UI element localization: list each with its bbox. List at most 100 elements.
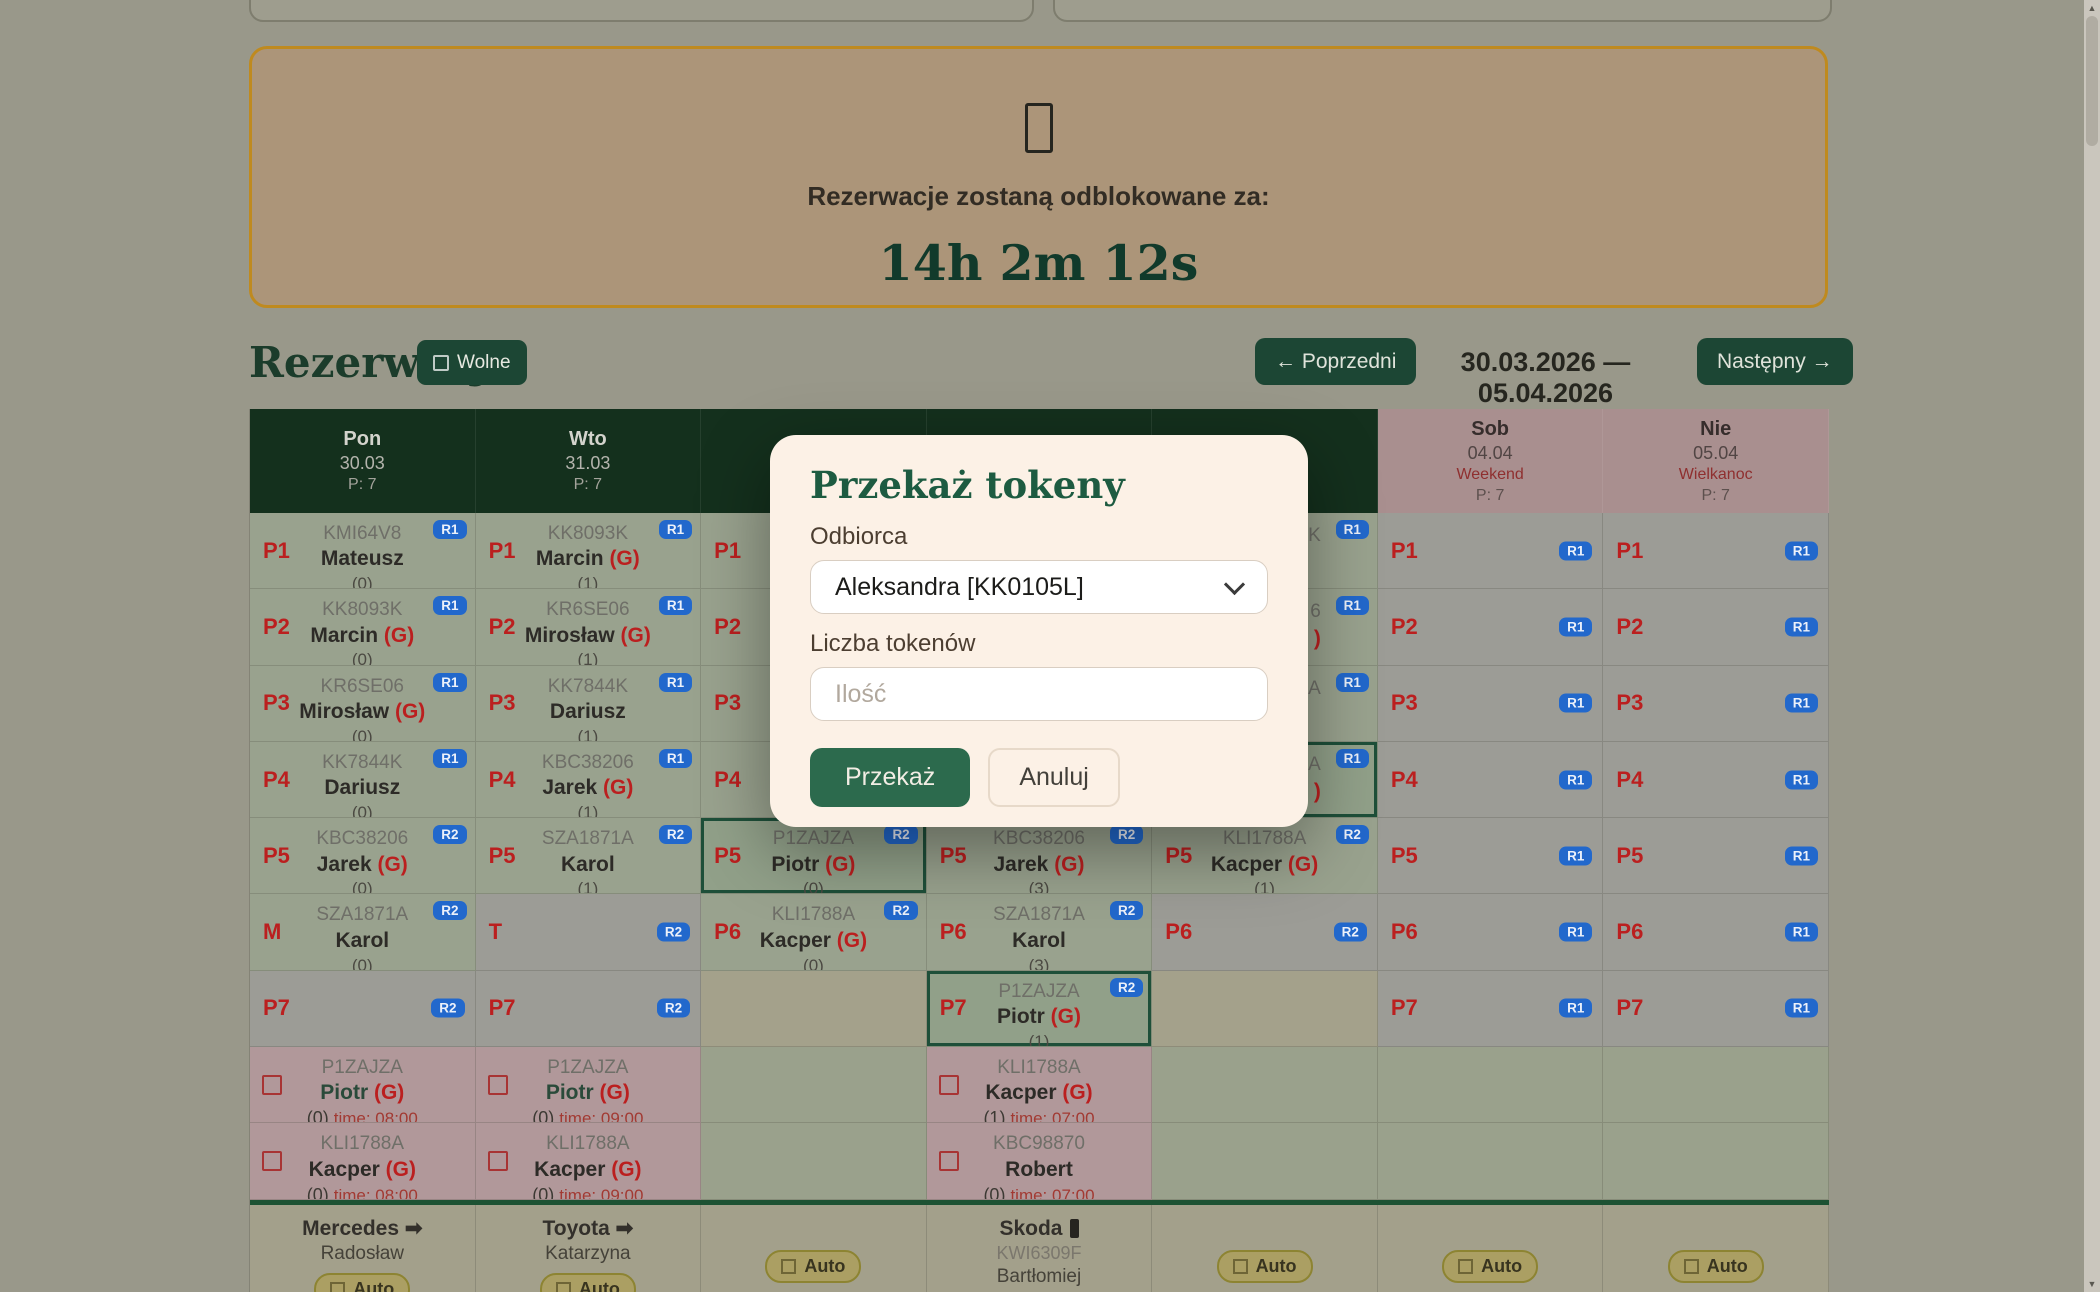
- time-slot-cell-r1-c6[interactable]: [1378, 1047, 1604, 1123]
- slot-cell-r1-c1[interactable]: P1R1KMI64V8Mateusz(0): [250, 513, 476, 589]
- token-amount-input[interactable]: [810, 667, 1268, 721]
- badge-r1: R1: [1559, 617, 1592, 636]
- slot-cell-r5-c4[interactable]: P5R2KBC38206Jarek (G)(3): [927, 818, 1153, 894]
- slot-label: P7: [940, 995, 967, 1021]
- cancel-button[interactable]: Anuluj: [988, 748, 1120, 807]
- time-slot-cell-r2-c1[interactable]: KLI1788AKacper (G)(0) time: 08:00: [250, 1123, 476, 1199]
- slot-cell-r2-c2[interactable]: P2R1KR6SE06Mirosław (G)(1): [476, 589, 702, 665]
- cancel-checkbox-icon[interactable]: [939, 1075, 959, 1095]
- slot-cell-r4-c2[interactable]: P4R1KBC38206Jarek (G)(1): [476, 742, 702, 818]
- time-slot-cell-r1-c5[interactable]: [1152, 1047, 1378, 1123]
- auto-button[interactable]: Auto: [1442, 1250, 1538, 1283]
- vehicle-plate: P1ZAJZA: [250, 1056, 475, 1080]
- reservation-info: KLI1788AKacper (G)(1) time: 07:00: [927, 1047, 1152, 1123]
- cancel-checkbox-icon[interactable]: [488, 1151, 508, 1171]
- slot-cell-r6-c5[interactable]: P6R2: [1152, 894, 1378, 970]
- time-slot-cell-r1-c2[interactable]: P1ZAJZAPiotr (G)(0) time: 09:00: [476, 1047, 702, 1123]
- slot-label: P3: [1616, 690, 1643, 716]
- slot-cell-r6-c7[interactable]: P6R1: [1603, 894, 1829, 970]
- slot-cell-r7-c4[interactable]: P7R2P1ZAJZAPiotr (G)(1): [927, 971, 1153, 1047]
- slot-label: P6: [1391, 919, 1418, 945]
- auto-button[interactable]: Auto: [1217, 1250, 1313, 1283]
- slot-cell-r5-c2[interactable]: P5R2SZA1871AKarol(1): [476, 818, 702, 894]
- recipient-select[interactable]: Aleksandra [KK0105L]: [810, 560, 1268, 614]
- wolne-button[interactable]: Wolne: [417, 340, 527, 385]
- reservation-name-line: Kacper (G): [250, 1157, 475, 1184]
- slot-cell-r2-c7[interactable]: P2R1: [1603, 589, 1829, 665]
- slot-cell-r1-c6[interactable]: P1R1: [1378, 513, 1604, 589]
- slot-cell-r1-c2[interactable]: P1R1KK8093KMarcin (G)(1): [476, 513, 702, 589]
- fragment-line-1: A: [1308, 752, 1321, 778]
- slot-cell-r3-c6[interactable]: P3R1: [1378, 666, 1604, 742]
- slot-cell-r4-c1[interactable]: P4R1KK7844KDariusz(0): [250, 742, 476, 818]
- slot-cell-r5-c1[interactable]: P5R2KBC38206Jarek (G)(0): [250, 818, 476, 894]
- slot-label: P2: [263, 614, 290, 640]
- guest-mark: (G): [1057, 1081, 1093, 1104]
- slot-cell-r5-c5[interactable]: P5R2KLI1788AKacper (G)(1): [1152, 818, 1378, 894]
- cancel-checkbox-icon[interactable]: [488, 1075, 508, 1095]
- slot-cell-r2-c6[interactable]: P2R1: [1378, 589, 1604, 665]
- slot-cell-r3-c1[interactable]: P3R1KR6SE06Mirosław (G)(0): [250, 666, 476, 742]
- auto-button[interactable]: Auto: [1668, 1250, 1764, 1283]
- reservation-info: KLI1788AKacper (G)(0) time: 09:00: [476, 1123, 701, 1199]
- slot-cell-r6-c3[interactable]: P6R2KLI1788AKacper (G)(0): [701, 894, 927, 970]
- next-week-button[interactable]: Następny →: [1697, 338, 1853, 385]
- badge-r1: R1: [1559, 846, 1592, 865]
- slot-label: M: [263, 919, 281, 945]
- time-slot-cell-r2-c3[interactable]: [701, 1123, 927, 1199]
- slot-cell-r7-c2[interactable]: P7R2: [476, 971, 702, 1047]
- slot-cell-r3-c7[interactable]: P3R1: [1603, 666, 1829, 742]
- time-slot-cell-r1-c7[interactable]: [1603, 1047, 1829, 1123]
- badge-r2: R2: [433, 901, 466, 920]
- slot-cell-r6-c1[interactable]: MR2SZA1871AKarol(0): [250, 894, 476, 970]
- auto-button[interactable]: Auto: [540, 1273, 636, 1292]
- slot-cell-r2-c1[interactable]: P2R1KK8093KMarcin (G)(0): [250, 589, 476, 665]
- slot-cell-r4-c7[interactable]: P4R1: [1603, 742, 1829, 818]
- time-slot-cell-r2-c4[interactable]: KBC98870Robert(0) time: 07:00: [927, 1123, 1153, 1199]
- reservations-page: Rezerwacje zostaną odblokowane za: 14h 2…: [0, 0, 2100, 1292]
- scroll-up-icon[interactable]: ▲: [2084, 0, 2100, 16]
- time-slot-cell-r2-c2[interactable]: KLI1788AKacper (G)(0) time: 09:00: [476, 1123, 702, 1199]
- time-slot-cell-r2-c7[interactable]: [1603, 1123, 1829, 1199]
- slot-cell-r7-c6[interactable]: P7R1: [1378, 971, 1604, 1047]
- slot-cell-r1-c7[interactable]: P1R1: [1603, 513, 1829, 589]
- reservation-name: Karol: [1012, 929, 1066, 952]
- time-slot-cell-r2-c5[interactable]: [1152, 1123, 1378, 1199]
- slot-cell-r7-c5[interactable]: [1152, 971, 1378, 1047]
- slot-cell-r7-c7[interactable]: P7R1: [1603, 971, 1829, 1047]
- cancel-checkbox-icon[interactable]: [262, 1151, 282, 1171]
- slot-label: P4: [1616, 767, 1643, 793]
- slot-cell-r5-c7[interactable]: P5R1: [1603, 818, 1829, 894]
- fragment-line-2: ): [1308, 778, 1321, 806]
- slot-cell-r4-c6[interactable]: P4R1: [1378, 742, 1604, 818]
- token-count: (0): [307, 1185, 334, 1200]
- auto-button[interactable]: Auto: [765, 1250, 861, 1283]
- prev-week-button[interactable]: ← Poprzedni: [1255, 338, 1416, 385]
- scrollbar[interactable]: ▲ ▼: [2084, 0, 2100, 1292]
- slot-cell-r5-c3[interactable]: P5R2P1ZAJZAPiotr (G)(0): [701, 818, 927, 894]
- cancel-checkbox-icon[interactable]: [939, 1151, 959, 1171]
- time-slot-cell-r2-c6[interactable]: [1378, 1123, 1604, 1199]
- time-slot-cell-r1-c3[interactable]: [701, 1047, 927, 1123]
- time-slot-cell-r1-c1[interactable]: P1ZAJZAPiotr (G)(0) time: 08:00: [250, 1047, 476, 1123]
- slot-label: P4: [263, 767, 290, 793]
- auto-label: Auto: [1707, 1256, 1748, 1277]
- scroll-down-icon[interactable]: ▼: [2084, 1276, 2100, 1292]
- guest-mark: (G): [604, 547, 640, 570]
- auto-button[interactable]: Auto: [314, 1273, 410, 1292]
- slot-label: P7: [1391, 995, 1418, 1021]
- fragment-line-1: 6: [1310, 599, 1321, 625]
- slot-cell-r6-c4[interactable]: P6R2SZA1871AKarol(3): [927, 894, 1153, 970]
- slot-cell-r7-c1[interactable]: P7R2: [250, 971, 476, 1047]
- slot-cell-r6-c2[interactable]: TR2: [476, 894, 702, 970]
- slot-cell-r7-c3[interactable]: [701, 971, 927, 1047]
- token-count: (0): [250, 649, 475, 665]
- scrollbar-thumb[interactable]: [2086, 16, 2098, 146]
- submit-transfer-button[interactable]: Przekaż: [810, 748, 970, 807]
- slot-cell-r5-c6[interactable]: P5R1: [1378, 818, 1604, 894]
- car-badge-icon: [1070, 1219, 1079, 1238]
- slot-cell-r6-c6[interactable]: P6R1: [1378, 894, 1604, 970]
- slot-cell-r3-c2[interactable]: P3R1KK7844KDariusz(1): [476, 666, 702, 742]
- time-slot-cell-r1-c4[interactable]: KLI1788AKacper (G)(1) time: 07:00: [927, 1047, 1153, 1123]
- cancel-checkbox-icon[interactable]: [262, 1075, 282, 1095]
